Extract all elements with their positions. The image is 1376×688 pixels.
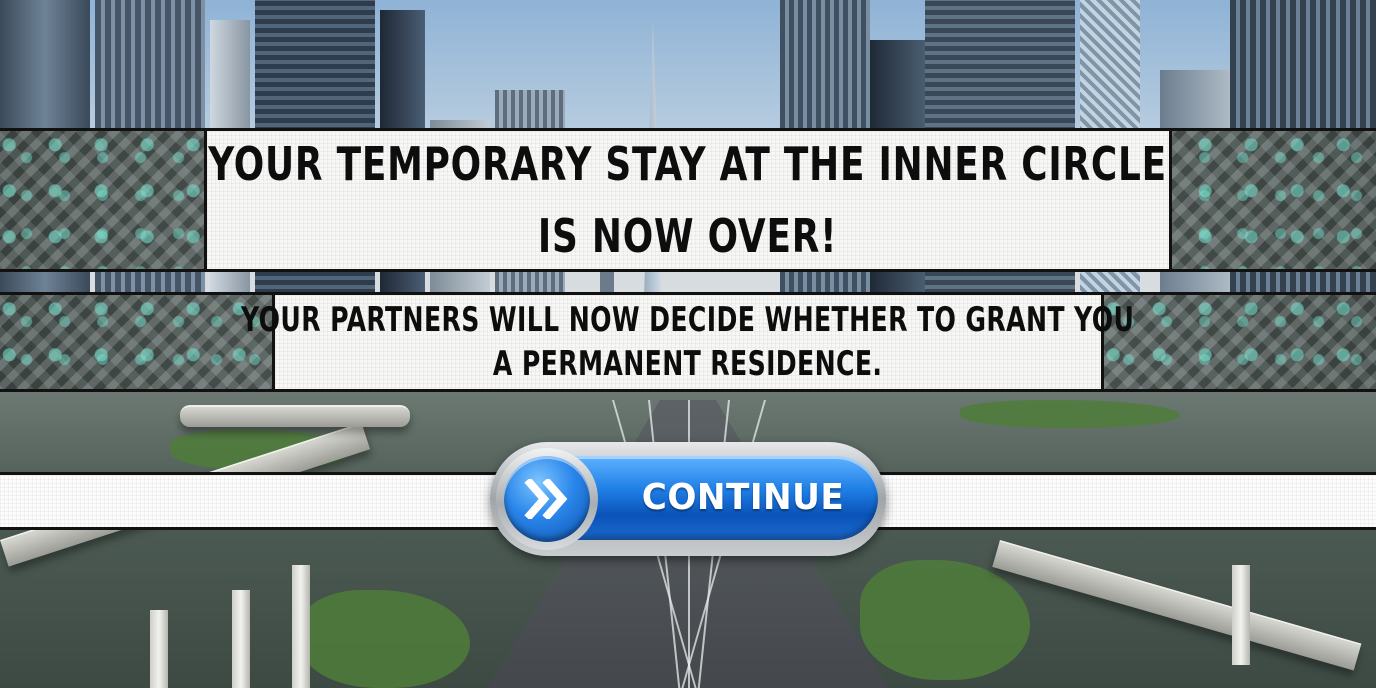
park-area [960, 400, 1180, 428]
continue-button[interactable]: CONTINUE [490, 442, 886, 556]
continue-button-label: CONTINUE [641, 477, 845, 518]
title-line-1: YOUR TEMPORARY STAY AT THE INNER CIRCLE [208, 137, 1168, 191]
subtitle: YOUR PARTNERS WILL NOW DECIDE WHETHER TO… [241, 298, 1134, 386]
subtitle-line-2: A PERMANENT RESIDENCE. [493, 344, 883, 384]
overpass [180, 405, 410, 427]
overpass-pillar [232, 590, 250, 688]
overpass-pillar [150, 610, 168, 688]
overpass-pillar [292, 565, 310, 688]
title-panel: YOUR TEMPORARY STAY AT THE INNER CIRCLE … [204, 128, 1172, 272]
overpass-pillar [1232, 565, 1250, 665]
subtitle-panel: YOUR PARTNERS WILL NOW DECIDE WHETHER TO… [241, 292, 1134, 392]
subtitle-line-1: YOUR PARTNERS WILL NOW DECIDE WHETHER TO… [241, 300, 1135, 340]
page-title: YOUR TEMPORARY STAY AT THE INNER CIRCLE … [209, 128, 1168, 272]
double-chevron-right-icon [504, 456, 590, 542]
title-line-2: IS NOW OVER! [538, 209, 838, 263]
